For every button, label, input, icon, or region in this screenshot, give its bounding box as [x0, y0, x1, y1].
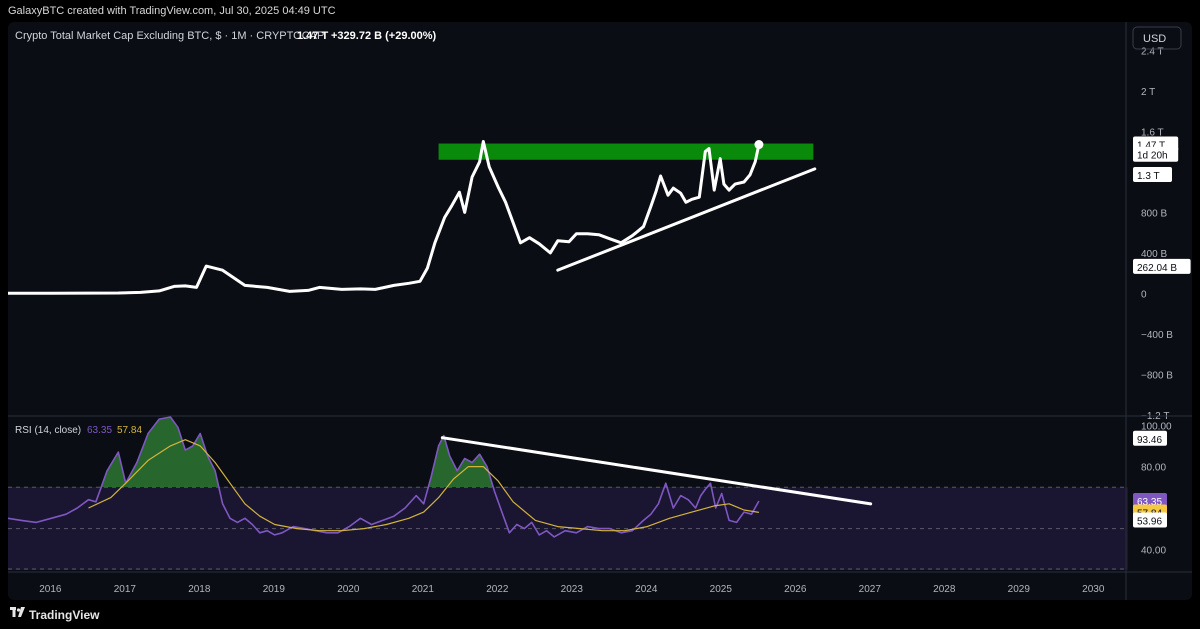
time-axis-tick: 2017	[114, 584, 137, 595]
price-line	[8, 140, 761, 295]
rsi-label: 53.96	[1137, 516, 1162, 527]
time-axis-tick: 2019	[263, 584, 286, 595]
time-axis-tick: 2020	[337, 584, 360, 595]
rsi-axis-tick: 80.00	[1141, 463, 1166, 474]
chart-screenshot: GalaxyBTC created with TradingView.com, …	[0, 0, 1200, 629]
footer-bar	[0, 600, 1200, 629]
rsi-legend-ma-value: 57.84	[117, 425, 142, 436]
price-label: 262.04 B	[1137, 263, 1177, 274]
time-axis-tick: 2025	[710, 584, 733, 595]
support-trendline[interactable]	[556, 167, 817, 272]
price-axis-tick: 0	[1141, 289, 1147, 300]
rsi-axis-tick: 100.00	[1141, 421, 1172, 432]
price-legend-change: +329.72 B (+29.00%)	[331, 30, 437, 42]
time-axis-tick: 2018	[188, 584, 211, 595]
time-axis-tick: 2016	[39, 584, 62, 595]
chart-svg[interactable]: 2.4 T2 T1.6 T1.2 T800 B400 B0−400 B−800 …	[8, 22, 1192, 600]
chart-panel[interactable]: 2.4 T2 T1.6 T1.2 T800 B400 B0−400 B−800 …	[8, 22, 1192, 600]
last-price-marker	[754, 140, 764, 150]
currency-button-label: USD	[1143, 33, 1166, 45]
created-by-text: GalaxyBTC created with TradingView.com, …	[8, 5, 336, 17]
rsi-axis-tick: 40.00	[1141, 545, 1166, 556]
time-axis-tick: 2024	[635, 584, 658, 595]
price-legend-last: 1.47 T	[297, 30, 328, 42]
price-axis-tick: −400 B	[1141, 330, 1173, 341]
header-bar: GalaxyBTC created with TradingView.com, …	[0, 0, 1200, 22]
rsi-label: 93.46	[1137, 435, 1162, 446]
tradingview-logo-icon	[10, 607, 25, 617]
time-axis-tick: 2030	[1082, 584, 1105, 595]
time-axis-tick: 2022	[486, 584, 509, 595]
rsi-legend-title: RSI (14, close)	[15, 425, 81, 436]
price-axis-tick: 400 B	[1141, 249, 1167, 260]
price-axis-tick: −800 B	[1141, 370, 1173, 381]
price-label: 1d 20h	[1137, 151, 1168, 162]
time-axis-tick: 2027	[859, 584, 882, 595]
price-label: 1.3 T	[1137, 171, 1160, 182]
price-legend-title: Crypto Total Market Cap Excluding BTC, $…	[15, 30, 324, 42]
price-axis-tick: 800 B	[1141, 208, 1167, 219]
price-axis-tick: 2 T	[1141, 87, 1155, 98]
time-axis-tick: 2028	[933, 584, 956, 595]
price-axis-tick: 2.4 T	[1141, 46, 1164, 57]
tradingview-brand-text: TradingView	[29, 608, 100, 622]
time-axis-tick: 2026	[784, 584, 807, 595]
time-axis-tick: 2023	[561, 584, 584, 595]
rsi-legend-value: 63.35	[87, 425, 112, 436]
time-axis-tick: 2021	[412, 584, 435, 595]
time-axis-tick: 2029	[1008, 584, 1031, 595]
